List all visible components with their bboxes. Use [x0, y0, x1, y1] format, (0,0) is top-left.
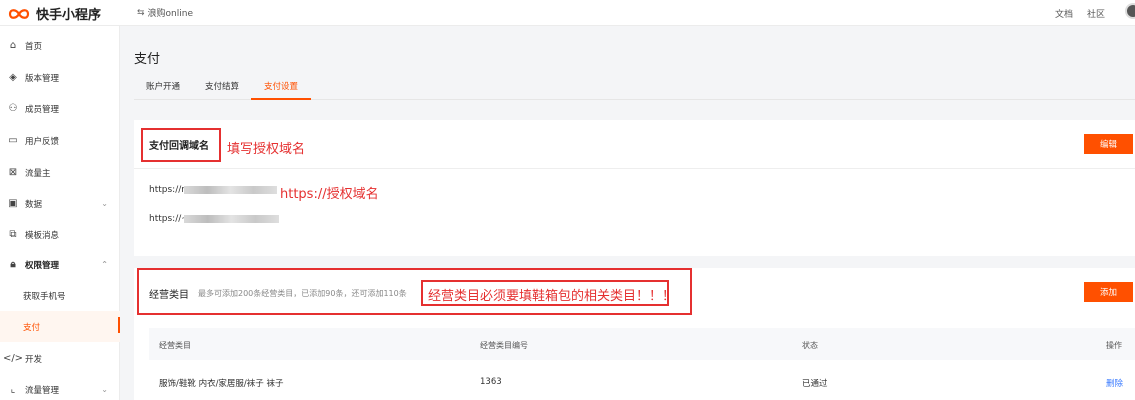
sidebar-item-label: 支付 [23, 322, 41, 333]
delete-link[interactable]: 删除 [1106, 377, 1123, 389]
column-header-status: 状态 [802, 341, 818, 350]
sidebar-item-label: 模板消息 [25, 230, 60, 241]
sidebar-item-label: 权限管理 [25, 260, 60, 271]
annotation-auth-domain: https://授权域名 [280, 187, 379, 202]
account-switcher[interactable]: ⇆ 浪购online [137, 6, 193, 20]
avatar[interactable] [1125, 3, 1135, 19]
lock-icon: 🔒︎ [10, 259, 16, 270]
table-header [149, 328, 1135, 360]
sidebar-item-versions[interactable]: ◈ 版本管理 [0, 62, 120, 93]
docs-link[interactable]: 文档 [1055, 7, 1073, 20]
tab-settlement[interactable]: 支付结算 [205, 80, 239, 92]
layers-icon: ◈ [9, 72, 17, 83]
sidebar-item-traffic[interactable]: ⊠ 流量主 [0, 157, 120, 188]
sidebar-item-label: 开发 [25, 354, 43, 365]
callback-url-1: https://r [149, 185, 185, 195]
sidebar-item-develop[interactable]: </> 开发 [0, 343, 120, 374]
divider [134, 168, 1135, 169]
sidebar-item-traffic-mgmt[interactable]: ⌞ 流量管理 ⌄ [0, 374, 120, 400]
community-link[interactable]: 社区 [1087, 7, 1105, 20]
table-cell-category: 服饰/鞋靴 内衣/家居服/袜子 袜子 [159, 379, 284, 389]
edit-button[interactable]: 编辑 [1084, 134, 1133, 154]
sidebar-item-label: 首页 [25, 41, 43, 52]
app-name: 快手小程序 [36, 8, 102, 23]
table-cell-status: 已通过 [802, 379, 828, 389]
template-icon: ⧉ [9, 229, 17, 240]
table-cell-code: 1363 [480, 377, 502, 387]
traffic-icon: ⊠ [8, 167, 18, 178]
home-icon: ⌂ [9, 40, 17, 51]
redacted-text [184, 215, 279, 223]
sidebar: ⌂ 首页 ◈ 版本管理 ⚇ 成员管理 ▭ 用户反馈 ⊠ 流量主 ▣ 数据 ⌄ ⧉… [0, 26, 120, 400]
active-tab-indicator [251, 98, 311, 100]
sidebar-item-phone[interactable]: 获取手机号 [0, 280, 120, 311]
sidebar-item-templates[interactable]: ⧉ 模板消息 [0, 219, 120, 250]
tab-bar: 账户开通 支付结算 支付设置 [134, 74, 1135, 100]
sidebar-item-data[interactable]: ▣ 数据 ⌄ [0, 188, 120, 219]
sidebar-item-payment[interactable]: 支付 [0, 311, 120, 342]
chevron-down-icon: ⌄ [101, 385, 108, 394]
chart-icon: ⌞ [10, 384, 16, 395]
annotation-category-required: 经营类目必须要填鞋箱包的相关类目！！！ [428, 289, 676, 304]
sidebar-item-permissions[interactable]: 🔒︎ 权限管理 ⌃ [0, 249, 120, 280]
sidebar-item-label: 流量管理 [25, 385, 60, 396]
feedback-icon: ▭ [8, 135, 18, 146]
sidebar-item-label: 流量主 [25, 168, 51, 179]
sidebar-item-label: 获取手机号 [23, 291, 66, 302]
sidebar-item-label: 成员管理 [25, 104, 60, 115]
annotation-box [141, 128, 221, 162]
tab-account-open[interactable]: 账户开通 [146, 80, 180, 92]
annotation-fill-domain: 填写授权域名 [227, 142, 306, 157]
members-icon: ⚇ [8, 103, 18, 114]
kuaishou-logo-icon [8, 8, 30, 19]
redacted-text [184, 186, 277, 194]
sidebar-item-label: 用户反馈 [25, 136, 60, 147]
code-icon: </> [2, 353, 24, 364]
sidebar-item-feedback[interactable]: ▭ 用户反馈 [0, 125, 120, 156]
column-header-category: 经营类目 [159, 341, 191, 350]
chevron-up-icon: ⌃ [101, 260, 108, 269]
sidebar-item-label: 版本管理 [25, 73, 60, 84]
account-name: 浪购online [147, 9, 193, 19]
sidebar-item-label: 数据 [25, 199, 43, 210]
column-header-action: 操作 [1106, 341, 1122, 350]
switch-icon: ⇆ [137, 7, 145, 18]
top-bar: 快手小程序 ⇆ 浪购online 文档 社区 [0, 0, 1135, 26]
top-links: 文档 社区 [1041, 7, 1105, 20]
callback-url-2: https://~ [149, 214, 189, 224]
chevron-down-icon: ⌄ [101, 199, 108, 208]
page-title: 支付 [134, 52, 161, 67]
logo[interactable]: 快手小程序 [8, 4, 101, 23]
sidebar-item-members[interactable]: ⚇ 成员管理 [0, 93, 120, 124]
sidebar-item-home[interactable]: ⌂ 首页 [0, 30, 120, 61]
data-icon: ▣ [8, 198, 18, 209]
column-header-code: 经营类目编号 [480, 341, 528, 350]
add-button[interactable]: 添加 [1084, 282, 1133, 302]
tab-payment-settings[interactable]: 支付设置 [264, 80, 298, 92]
